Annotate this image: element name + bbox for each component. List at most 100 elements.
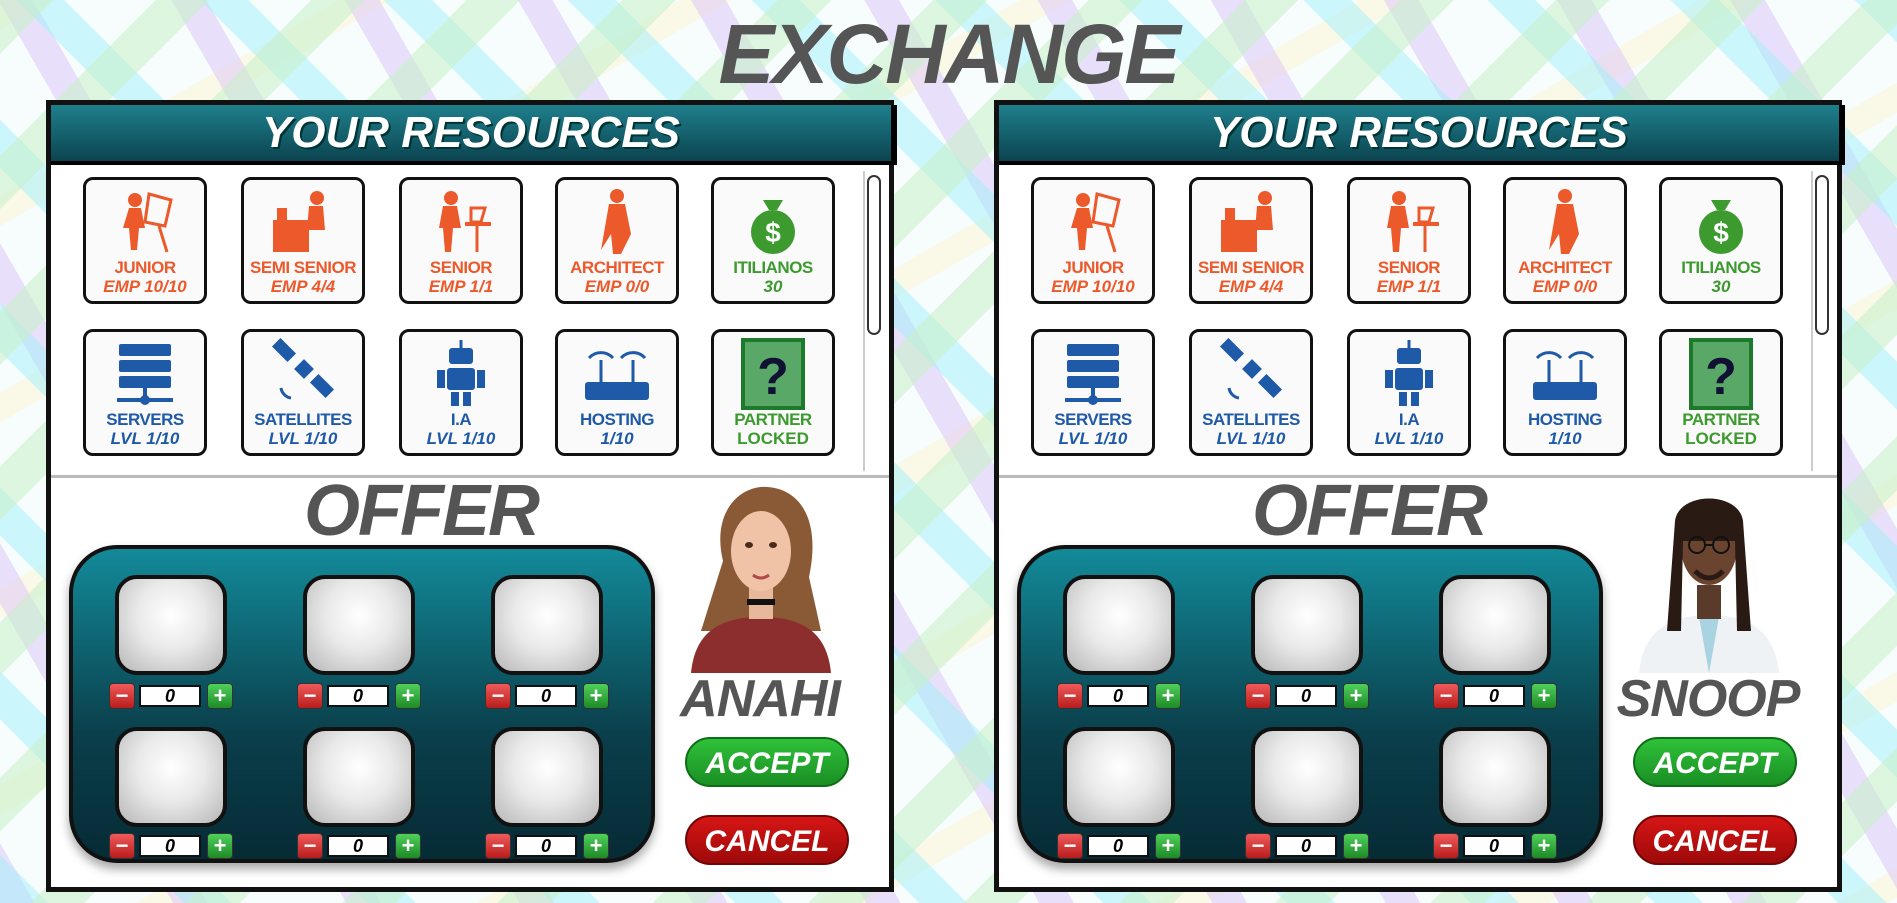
laptop-worker-icon [439, 191, 491, 252]
increase-button[interactable]: + [1531, 833, 1557, 859]
resource-senior[interactable]: SENIOR EMP 1/1 [399, 177, 523, 304]
resource-value: EMP 0/0 [1532, 277, 1598, 296]
resource-architect[interactable]: ARCHITECT EMP 0/0 [1503, 177, 1627, 304]
resource-itilianos[interactable]: $ ITILIANOS 30 [711, 177, 835, 304]
decrease-button[interactable]: − [297, 683, 323, 709]
accept-button[interactable]: ACCEPT [685, 737, 849, 787]
resource-partner[interactable]: ? PARTNER LOCKED [711, 329, 835, 456]
resource-semi-senior[interactable]: SEMI SENIOR EMP 4/4 [241, 177, 365, 304]
resources-scrollbar[interactable] [1811, 171, 1831, 471]
resource-name: SERVERS [106, 410, 184, 429]
resource-hosting[interactable]: HOSTING 1/10 [1503, 329, 1627, 456]
quantity-value: 0 [515, 685, 577, 707]
offer-slot[interactable] [1251, 575, 1363, 675]
decrease-button[interactable]: − [485, 683, 511, 709]
increase-button[interactable]: + [1155, 833, 1181, 859]
resource-ia[interactable]: I.A LVL 1/10 [399, 329, 523, 456]
resource-value: LVL 1/10 [110, 429, 180, 448]
quantity-value: 0 [1275, 685, 1337, 707]
decrease-button[interactable]: − [297, 833, 323, 859]
increase-button[interactable]: + [207, 833, 233, 859]
trade-panel-snoop: YOUR RESOURCES JUNIOR EMP 10/10 SEMI SEN… [994, 100, 1845, 892]
resource-name: SATELLITES [1202, 410, 1300, 429]
svg-text:$: $ [765, 217, 781, 248]
increase-button[interactable]: + [395, 683, 421, 709]
resource-name: SERVERS [1054, 410, 1132, 429]
resource-name: JUNIOR [1062, 258, 1124, 277]
character-name: SNOOP [1616, 670, 1801, 728]
resource-hosting[interactable]: HOSTING 1/10 [555, 329, 679, 456]
resource-junior[interactable]: JUNIOR EMP 10/10 [1031, 177, 1155, 304]
resource-value: LVL 1/10 [1374, 429, 1444, 448]
resource-satellites[interactable]: SATELLITES LVL 1/10 [241, 329, 365, 456]
resource-satellites[interactable]: SATELLITES LVL 1/10 [1189, 329, 1313, 456]
offer-slot[interactable] [1063, 575, 1175, 675]
resource-ia[interactable]: I.A LVL 1/10 [1347, 329, 1471, 456]
increase-button[interactable]: + [395, 833, 421, 859]
quantity-stepper: − 0 + [297, 683, 421, 711]
quantity-value: 0 [139, 835, 201, 857]
increase-button[interactable]: + [1343, 833, 1369, 859]
offer-slot[interactable] [1439, 727, 1551, 827]
resource-value: LVL 1/10 [1058, 429, 1128, 448]
offer-slot[interactable] [1063, 727, 1175, 827]
quantity-value: 0 [515, 835, 577, 857]
resource-value: LVL 1/10 [426, 429, 496, 448]
resource-name: ARCHITECT [1518, 258, 1612, 277]
character-avatar-snoop [1639, 498, 1779, 673]
decrease-button[interactable]: − [1057, 683, 1083, 709]
decrease-button[interactable]: − [485, 833, 511, 859]
accept-button[interactable]: ACCEPT [1633, 737, 1797, 787]
offer-slot[interactable] [115, 575, 227, 675]
resource-name: I.A [450, 410, 472, 429]
money-bag-icon: $ [1699, 200, 1743, 254]
increase-button[interactable]: + [1155, 683, 1181, 709]
resource-servers[interactable]: SERVERS LVL 1/10 [83, 329, 207, 456]
resource-value: EMP 1/1 [1376, 277, 1442, 296]
decrease-button[interactable]: − [1057, 833, 1083, 859]
resource-servers[interactable]: SERVERS LVL 1/10 [1031, 329, 1155, 456]
cancel-button[interactable]: CANCEL [1633, 815, 1797, 865]
quantity-value: 0 [1087, 835, 1149, 857]
resource-architect[interactable]: ARCHITECT EMP 0/0 [555, 177, 679, 304]
decrease-button[interactable]: − [1245, 833, 1271, 859]
offer-slot[interactable] [491, 575, 603, 675]
decrease-button[interactable]: − [1433, 833, 1459, 859]
increase-button[interactable]: + [207, 683, 233, 709]
resource-name: SEMI SENIOR [250, 258, 356, 277]
increase-button[interactable]: + [1343, 683, 1369, 709]
resource-semi-senior[interactable]: SEMI SENIOR EMP 4/4 [1189, 177, 1313, 304]
quantity-value: 0 [327, 835, 389, 857]
scroll-thumb[interactable] [1815, 175, 1829, 335]
offer-slot[interactable] [115, 727, 227, 827]
increase-button[interactable]: + [583, 683, 609, 709]
resource-name: SENIOR [429, 258, 493, 277]
increase-button[interactable]: + [583, 833, 609, 859]
resources-scrollbar[interactable] [863, 171, 883, 471]
decrease-button[interactable]: − [1245, 683, 1271, 709]
resources-grid: JUNIOR EMP 10/10 SEMI SENIOR EMP 4/4 SEN… [999, 165, 1837, 478]
increase-button[interactable]: + [1531, 683, 1557, 709]
offer-slot[interactable] [1439, 575, 1551, 675]
decrease-button[interactable]: − [109, 683, 135, 709]
offer-slot[interactable] [303, 727, 415, 827]
decrease-button[interactable]: − [1433, 683, 1459, 709]
resource-name: PARTNER [1682, 410, 1760, 429]
resource-itilianos[interactable]: $ ITILIANOS 30 [1659, 177, 1783, 304]
scroll-thumb[interactable] [867, 175, 881, 335]
offer-slot[interactable] [1251, 727, 1363, 827]
resource-value: LOCKED [1685, 429, 1757, 448]
resource-senior[interactable]: SENIOR EMP 1/1 [1347, 177, 1471, 304]
offer-slot[interactable] [303, 575, 415, 675]
resource-name: HOSTING [1528, 410, 1602, 429]
decrease-button[interactable]: − [109, 833, 135, 859]
offer-slot[interactable] [491, 727, 603, 827]
resource-value: 30 [1711, 277, 1731, 296]
resource-name: JUNIOR [114, 258, 176, 277]
resource-name: SEMI SENIOR [1198, 258, 1304, 277]
resource-partner[interactable]: ? PARTNER LOCKED [1659, 329, 1783, 456]
resource-junior[interactable]: JUNIOR EMP 10/10 [83, 177, 207, 304]
architect-icon [601, 189, 631, 254]
quantity-stepper: − 0 + [485, 683, 609, 711]
cancel-button[interactable]: CANCEL [685, 815, 849, 865]
